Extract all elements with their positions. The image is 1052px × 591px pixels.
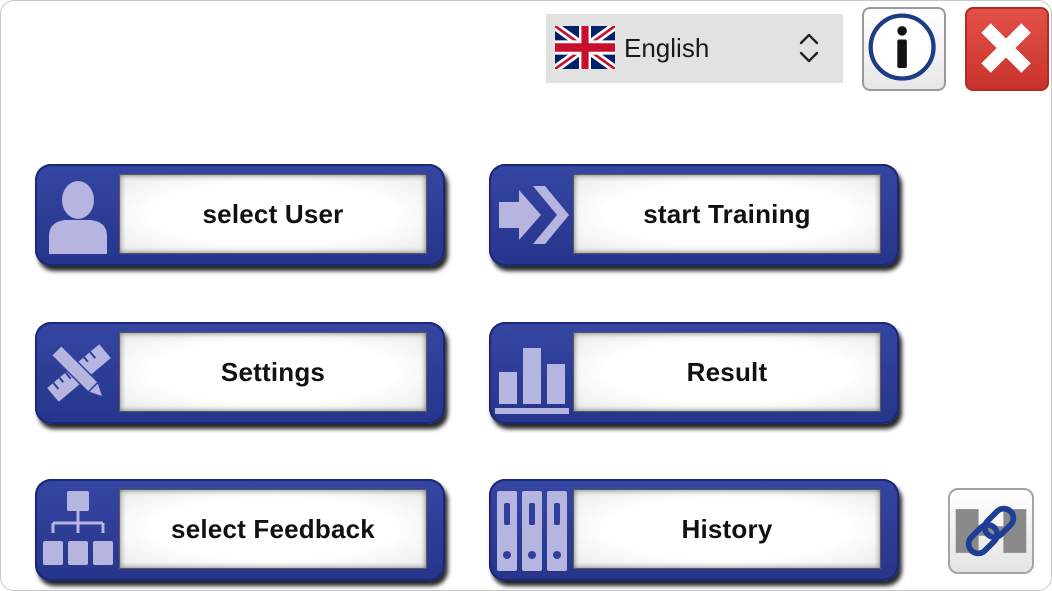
history-label: History bbox=[681, 513, 773, 544]
ruler-pencil-icon bbox=[39, 332, 117, 414]
hierarchy-icon bbox=[39, 489, 117, 571]
select-feedback-button[interactable]: select Feedback bbox=[35, 479, 445, 581]
start-training-button[interactable]: start Training bbox=[489, 164, 899, 266]
language-value: English bbox=[624, 33, 710, 63]
close-button[interactable] bbox=[965, 7, 1049, 91]
uk-flag-icon bbox=[555, 26, 615, 69]
settings-label: Settings bbox=[220, 356, 326, 387]
chevron-up-down-icon bbox=[798, 30, 820, 66]
result-button[interactable]: Result bbox=[489, 322, 899, 424]
select-feedback-label: select Feedback bbox=[171, 513, 375, 544]
forward-arrow-icon bbox=[493, 174, 571, 256]
info-button[interactable] bbox=[862, 7, 946, 91]
result-label: Result bbox=[686, 356, 768, 387]
history-button[interactable]: History bbox=[489, 479, 899, 581]
link-button[interactable] bbox=[948, 488, 1034, 574]
start-training-label: start Training bbox=[643, 198, 811, 229]
app-window: English select User start Training Setti… bbox=[0, 0, 1052, 591]
language-select[interactable]: English bbox=[546, 14, 843, 83]
link-icon bbox=[955, 505, 1027, 557]
select-user-label: select User bbox=[202, 198, 344, 229]
binders-icon bbox=[493, 489, 571, 571]
select-user-button[interactable]: select User bbox=[35, 164, 445, 266]
info-icon bbox=[868, 13, 936, 81]
close-icon bbox=[981, 23, 1031, 73]
bar-chart-icon bbox=[493, 332, 571, 414]
settings-button[interactable]: Settings bbox=[35, 322, 445, 424]
user-icon bbox=[39, 174, 117, 256]
